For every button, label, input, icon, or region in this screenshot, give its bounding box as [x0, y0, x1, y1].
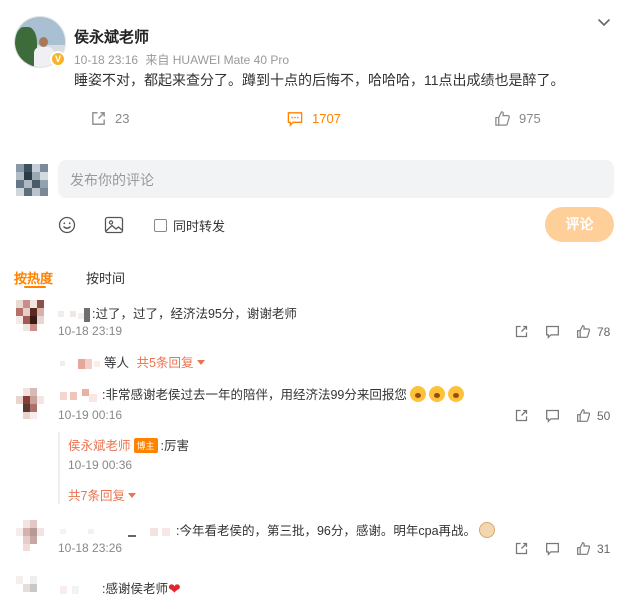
like-count: 975 [519, 111, 541, 126]
comment-time: 10-18 23:26 [58, 541, 123, 555]
blogger-tag: 博主 [133, 438, 158, 453]
comment-body: :过了，过了，经济法95分，谢谢老师 [58, 303, 297, 322]
comment-body: :今年看老侯的，第三批，96分，感谢。明年cpa再战。 [58, 520, 496, 539]
author-name[interactable]: 侯永斌老师 [74, 26, 149, 47]
repost-checkbox[interactable]: 同时转发 [154, 216, 225, 235]
share-icon[interactable] [514, 324, 529, 339]
commenter-avatar[interactable] [14, 518, 46, 552]
comment-count: 1707 [312, 111, 341, 126]
commenter-avatar[interactable] [14, 386, 46, 420]
thumbs-up-icon[interactable] [576, 541, 591, 556]
comment-body: :非常感谢老侯过去一年的陪伴，用经济法99分来回报您 [58, 384, 464, 403]
blurred-username[interactable] [58, 583, 102, 595]
submit-comment-button[interactable]: 评论 [545, 207, 614, 242]
share-count: 23 [115, 111, 130, 126]
reply-time: 10-19 00:36 [68, 458, 133, 472]
comment-time: 10-18 23:19 [58, 324, 123, 338]
commenter-avatar[interactable] [14, 298, 46, 332]
commenter-avatar[interactable] [14, 574, 46, 595]
tab-sort-time[interactable]: 按时间 [86, 268, 125, 287]
reply-item: 侯永斌老师 博主:厉害 [68, 435, 189, 454]
comment-actions: 50 [514, 408, 610, 423]
post-time[interactable]: 10-18 23:16 [74, 53, 138, 67]
comment-like-count: 78 [597, 324, 611, 339]
emoji-scream-icon [428, 386, 445, 402]
comment-text: :今年看老侯的，第三批，96分，感谢。明年cpa再战。 [176, 524, 477, 538]
comment-like-count: 50 [597, 408, 611, 423]
blurred-username[interactable] [58, 388, 102, 403]
thumbs-up-icon[interactable] [576, 408, 591, 423]
comment-time: 10-19 00:16 [58, 408, 123, 422]
repost-label: 同时转发 [173, 219, 226, 234]
post-source: 来自 HUAWEI Mate 40 Pro [145, 53, 289, 67]
reply-thread-line [58, 432, 60, 504]
emoji-icon[interactable] [58, 216, 76, 234]
share-button[interactable]: 23 [90, 110, 129, 127]
checkbox-box[interactable] [154, 219, 167, 232]
caret-down-icon[interactable] [128, 491, 137, 499]
share-icon[interactable] [514, 541, 529, 556]
thumbs-up-icon[interactable] [576, 324, 591, 339]
comment-text: :非常感谢老侯过去一年的陪伴，用经济法99分来回报您 [102, 388, 407, 402]
share-icon[interactable] [514, 408, 529, 423]
caret-down-icon[interactable] [196, 358, 205, 366]
reply-count-row: 共7条回复 [68, 485, 137, 504]
share-icon [92, 112, 105, 125]
verified-badge-icon: V [50, 51, 66, 67]
reply-preview: 等人 共5条回复 [58, 352, 205, 371]
blurred-username[interactable] [58, 307, 92, 322]
blurred-username[interactable] [58, 525, 176, 539]
emoji-scream-icon [447, 386, 464, 402]
comment-body: :感谢侯老师❤ [58, 578, 181, 595]
active-tab-indicator [24, 286, 46, 288]
thumbs-up-icon [495, 111, 510, 126]
like-button[interactable]: 975 [494, 110, 541, 127]
emoji-dog-icon [479, 522, 496, 538]
comment-like-count: 31 [597, 541, 611, 556]
reply-count-link[interactable]: 共7条回复 [68, 489, 125, 503]
comment-icon[interactable] [545, 541, 560, 556]
reply-text: :厉害 [160, 439, 190, 453]
comment-icon [287, 112, 303, 127]
heart-icon: ❤ [167, 581, 181, 595]
image-icon[interactable] [104, 216, 124, 234]
tab-sort-hot[interactable]: 按热度 [14, 268, 53, 287]
reply-author[interactable]: 侯永斌老师 [68, 439, 131, 453]
comment-text: :过了，过了，经济法95分，谢谢老师 [92, 307, 297, 321]
blurred-replier-names[interactable] [58, 357, 104, 371]
comment-actions: 78 [514, 324, 610, 339]
post-text: 睡姿不对，都起来查分了。蹲到十点的后悔不，哈哈哈，11点出成绩也是醉了。 [74, 72, 565, 88]
comment-input[interactable]: 发布你的评论 [58, 160, 614, 198]
comment-actions: 31 [514, 541, 610, 556]
reply-preview-text: 等人 [104, 356, 130, 370]
emoji-scream-icon [409, 386, 426, 402]
comment-text: :感谢侯老师 [102, 582, 168, 595]
my-avatar[interactable] [14, 160, 52, 198]
comment-icon[interactable] [545, 324, 560, 339]
comment-icon[interactable] [545, 408, 560, 423]
post-meta: 10-18 23:16 来自 HUAWEI Mate 40 Pro [74, 51, 289, 68]
comment-button[interactable]: 1707 [286, 110, 341, 127]
reply-count-link[interactable]: 共5条回复 [137, 356, 194, 370]
chevron-down-icon[interactable] [596, 14, 612, 30]
